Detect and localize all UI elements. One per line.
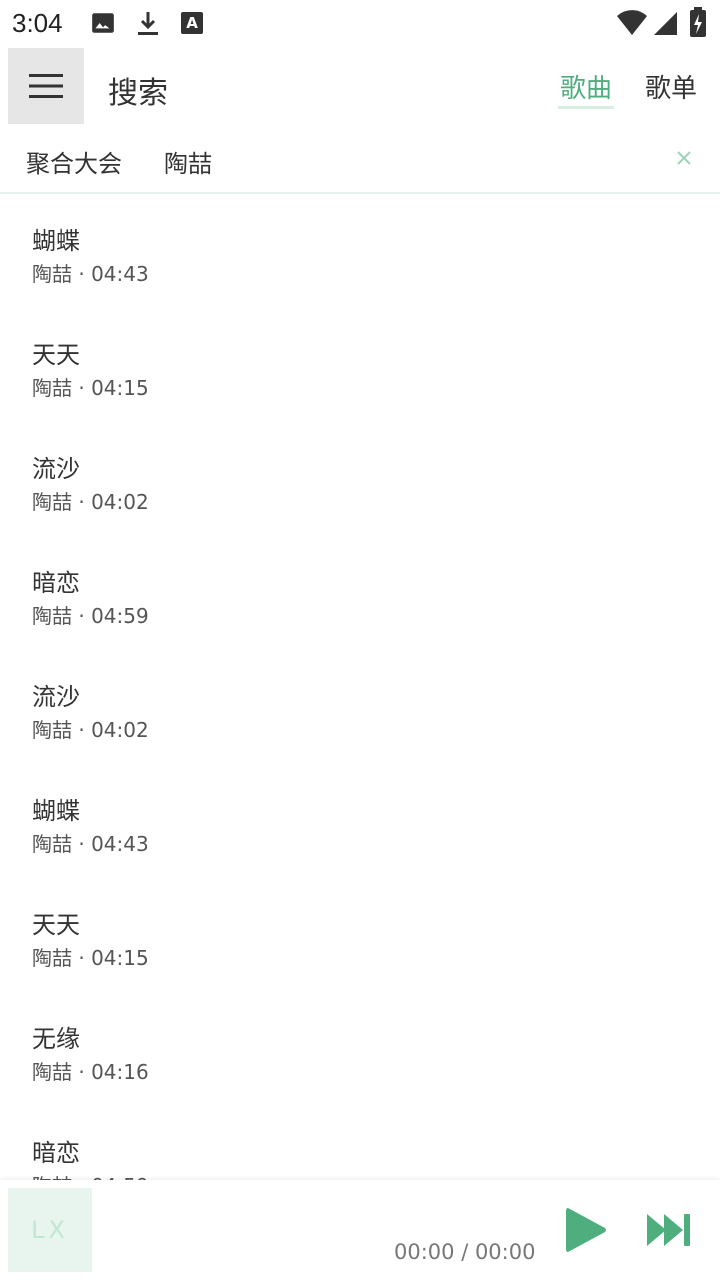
page-title: 搜索	[108, 76, 168, 111]
hamburger-icon	[29, 74, 63, 98]
playback-time: 00:00 / 00:00	[394, 1240, 536, 1264]
menu-button[interactable]	[8, 48, 84, 124]
download-icon	[138, 12, 158, 35]
song-list-item[interactable]: 暗恋 陶喆 · 04:59	[0, 536, 720, 650]
song-list-item[interactable]: 天天 陶喆 · 04:15	[0, 878, 720, 992]
battery-charging-icon	[690, 7, 706, 37]
search-input[interactable]: 陶喆	[164, 144, 212, 179]
song-list[interactable]: 蝴蝶 陶喆 · 04:43 天天 陶喆 · 04:15 流沙 陶喆 · 04:0…	[0, 194, 720, 1180]
search-source-selector[interactable]: 聚合大会	[26, 144, 122, 179]
song-list-item[interactable]: 蝴蝶 陶喆 · 04:43	[0, 764, 720, 878]
skip-next-icon[interactable]	[644, 1210, 694, 1250]
song-title: 暗恋	[32, 569, 80, 597]
song-list-item[interactable]: 流沙 陶喆 · 04:02	[0, 650, 720, 764]
wifi-icon	[617, 10, 647, 36]
song-list-item[interactable]: 无缘 陶喆 · 04:16	[0, 992, 720, 1106]
song-meta: 陶喆 · 04:15	[32, 376, 149, 400]
clear-search-icon[interactable]	[672, 146, 696, 170]
play-icon[interactable]	[560, 1204, 610, 1256]
song-meta: 陶喆 · 04:43	[32, 832, 149, 856]
song-meta: 陶喆 · 04:02	[32, 718, 149, 742]
svg-text:A: A	[186, 14, 198, 32]
song-title: 无缘	[32, 1025, 80, 1053]
album-art[interactable]: LX	[8, 1188, 92, 1272]
signal-icon	[654, 12, 677, 35]
song-title: 蝴蝶	[32, 227, 80, 255]
song-title: 流沙	[32, 683, 80, 711]
song-meta: 陶喆 · 04:59	[32, 1170, 149, 1180]
song-list-item[interactable]: 蝴蝶 陶喆 · 04:43	[0, 194, 720, 308]
song-title: 蝴蝶	[32, 797, 80, 825]
song-meta: 陶喆 · 04:15	[32, 946, 149, 970]
song-meta: 陶喆 · 04:16	[32, 1060, 149, 1084]
song-title: 流沙	[32, 455, 80, 483]
app-header: 搜索 歌曲 歌单	[0, 48, 720, 126]
tab-songs[interactable]: 歌曲	[560, 68, 612, 105]
song-list-item[interactable]: 流沙 陶喆 · 04:02	[0, 422, 720, 536]
search-bar: 聚合大会 陶喆	[0, 128, 720, 194]
song-title: 天天	[32, 911, 80, 939]
song-title: 天天	[32, 341, 80, 369]
player-bar: LX 00:00 / 00:00	[0, 1180, 720, 1280]
song-meta: 陶喆 · 04:59	[32, 604, 149, 628]
tab-songs-indicator	[558, 106, 614, 109]
song-list-item[interactable]: 天天 陶喆 · 04:15	[0, 308, 720, 422]
status-time: 3:04	[12, 8, 63, 38]
status-bar: 3:04 A	[0, 0, 720, 48]
font-icon: A	[181, 12, 203, 34]
tab-playlists[interactable]: 歌单	[645, 68, 697, 105]
song-meta: 陶喆 · 04:02	[32, 490, 149, 514]
song-meta: 陶喆 · 04:43	[32, 262, 149, 286]
song-title: 暗恋	[32, 1139, 80, 1167]
song-list-item[interactable]: 暗恋 陶喆 · 04:59	[0, 1106, 720, 1180]
image-icon	[92, 13, 114, 33]
